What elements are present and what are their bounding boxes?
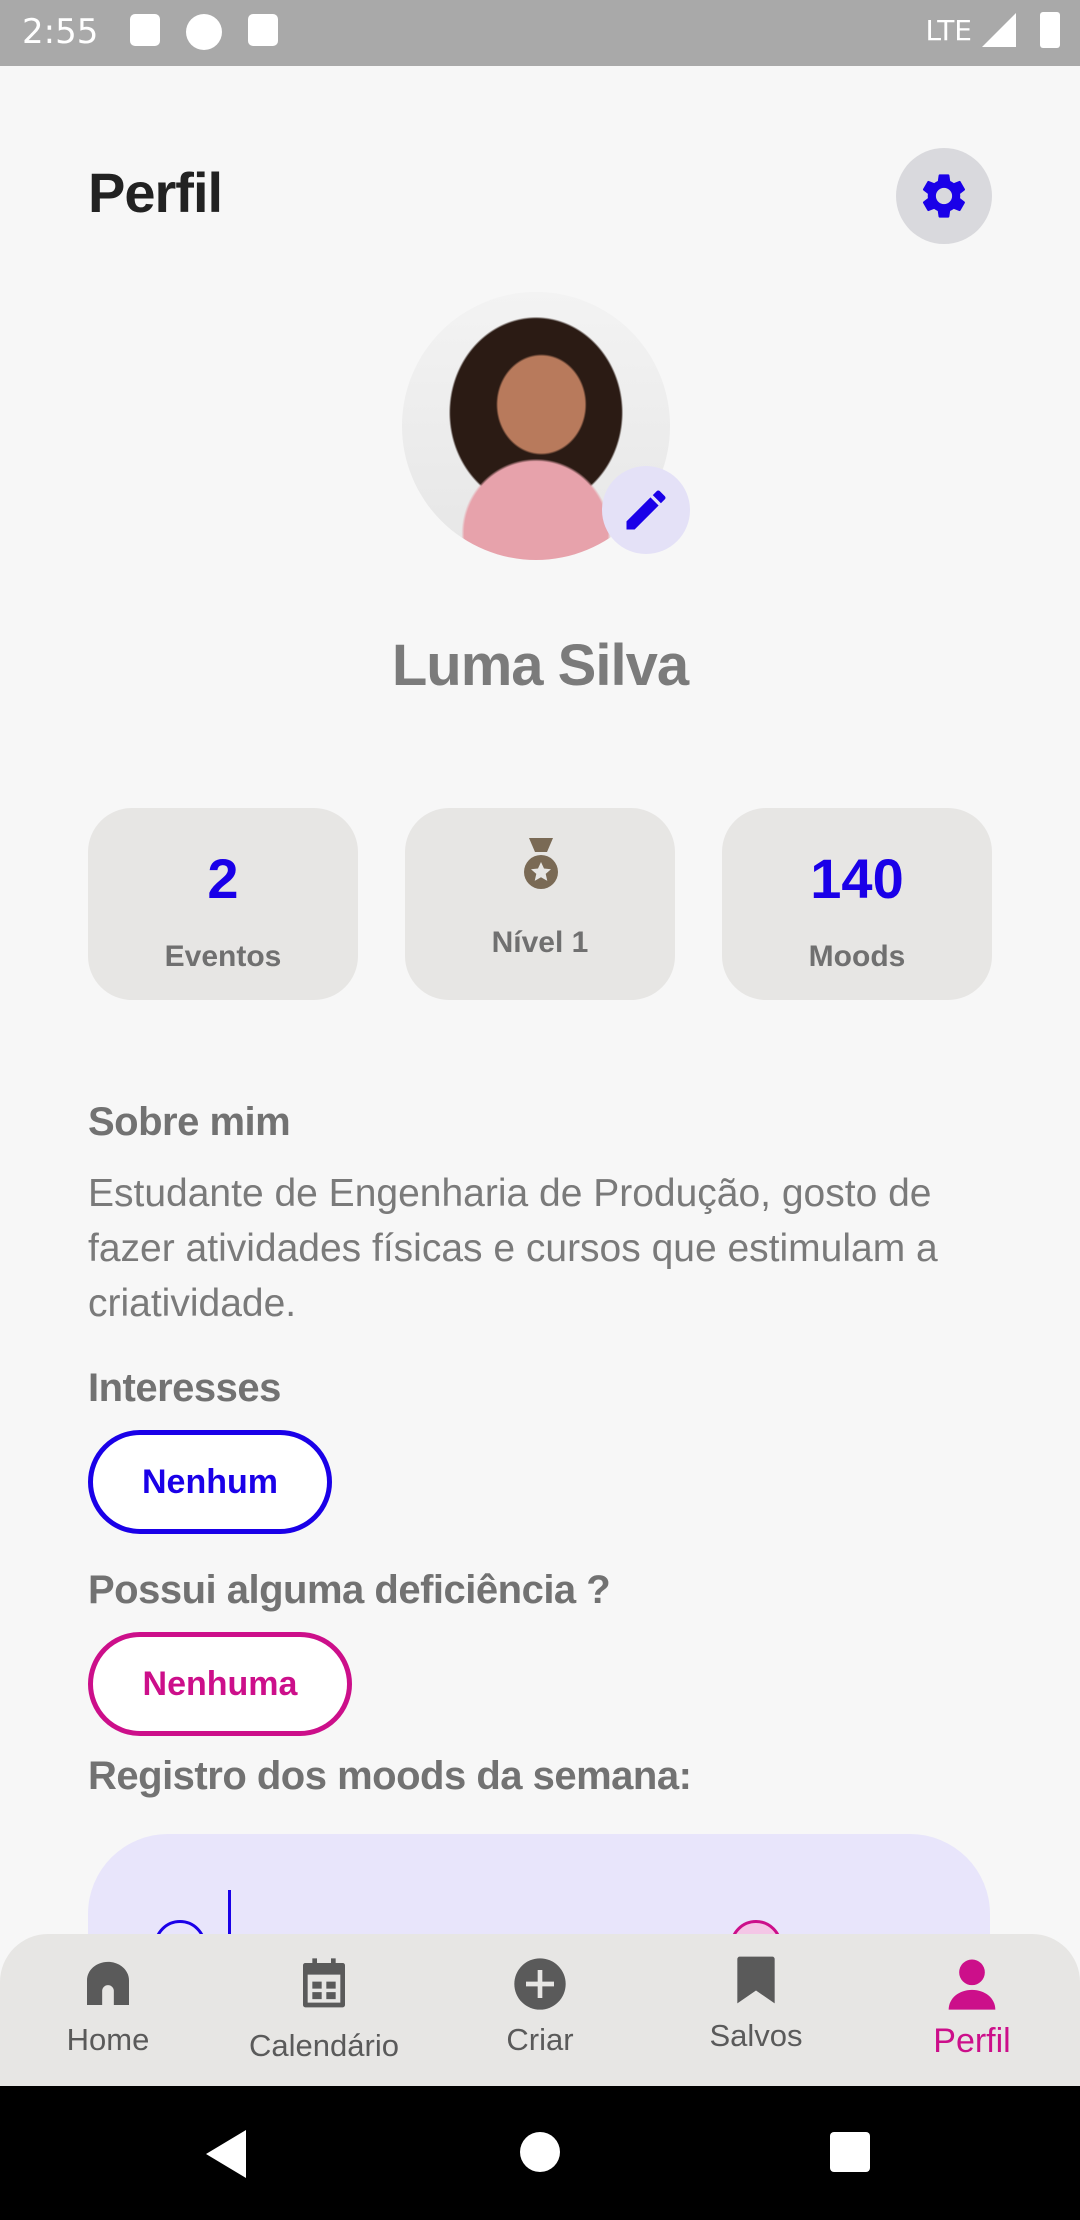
status-time: 2:55 <box>22 12 99 52</box>
moods-count: 140 <box>810 847 904 910</box>
nav-item-create[interactable]: Criar <box>440 1934 640 2086</box>
about-text: Estudante de Engenharia de Produção, gos… <box>88 1172 938 1325</box>
home-circle-icon[interactable] <box>520 2132 560 2172</box>
system-navigation-bar <box>0 2086 1080 2220</box>
network-type: LTE <box>925 13 972 47</box>
moods-week-heading: Registro dos moods da semana: <box>88 1754 692 1798</box>
page-title: Perfil <box>88 161 223 224</box>
bottom-navigation: Home Calendário Criar Salvos Perfil <box>0 1934 1080 2086</box>
level-stat-card: Nível 1 <box>405 808 675 1000</box>
sd-card-icon <box>248 14 278 46</box>
pencil-icon <box>626 490 666 530</box>
nav-item-home[interactable]: Home <box>8 1934 208 2086</box>
battery-icon <box>1040 12 1060 48</box>
app-notification-icon <box>186 14 222 50</box>
settings-button[interactable] <box>896 148 992 244</box>
keyboard-notification-icon <box>130 14 160 46</box>
nav-label-saved: Salvos <box>709 2018 803 2053</box>
edit-avatar-button[interactable] <box>602 466 690 554</box>
medal-icon <box>524 838 558 889</box>
nav-label-calendar: Calendário <box>249 2028 399 2063</box>
disability-chip[interactable]: Nenhuma <box>88 1632 352 1736</box>
status-right: LTE <box>925 12 1060 48</box>
nav-label-home: Home <box>66 2022 150 2057</box>
nav-label-create: Criar <box>506 2022 574 2057</box>
home-icon <box>80 1956 136 2012</box>
nav-item-saved[interactable]: Salvos <box>656 1934 856 2086</box>
events-count: 2 <box>207 847 239 910</box>
disability-heading: Possui alguma deficiência ? <box>88 1568 611 1612</box>
about-heading: Sobre mim <box>88 1100 291 1144</box>
nav-item-calendar[interactable]: Calendário <box>224 1934 424 2086</box>
back-icon[interactable] <box>206 2130 246 2178</box>
notification-icons <box>130 14 278 50</box>
interests-chip[interactable]: Nenhum <box>88 1430 332 1534</box>
person-icon <box>944 1956 1000 2012</box>
nav-item-profile[interactable]: Perfil <box>872 1934 1072 2086</box>
moods-label: Moods <box>808 940 906 973</box>
status-bar: 2:55 LTE <box>0 0 1080 66</box>
calendar-icon <box>296 1956 352 2012</box>
interests-heading: Interesses <box>88 1366 281 1410</box>
user-name: Luma Silva <box>391 633 689 698</box>
bookmark-icon <box>728 1952 784 2008</box>
recent-apps-icon[interactable] <box>830 2132 870 2172</box>
level-label: Nível 1 <box>491 926 589 959</box>
nav-label-profile: Perfil <box>933 2022 1011 2060</box>
moods-stat-card: 140 Moods <box>722 808 992 1000</box>
gear-icon <box>922 174 966 218</box>
events-label: Eventos <box>164 940 282 973</box>
signal-icon <box>982 13 1016 47</box>
events-stat-card: 2 Eventos <box>88 808 358 1000</box>
add-circle-icon <box>512 1956 568 2012</box>
